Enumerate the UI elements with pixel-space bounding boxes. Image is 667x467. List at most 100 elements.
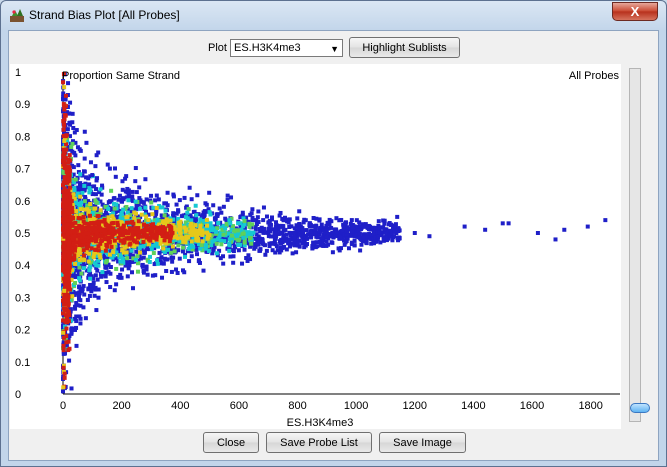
scatter-point xyxy=(88,276,93,281)
scatter-point xyxy=(163,234,168,239)
scatter-point xyxy=(189,239,194,244)
strand-bias-chart: 0 0.1 0.2 0.3 0.4 0.5 0.6 0.7 0.8 0.9 1 0 200 400 600… xyxy=(15,67,620,429)
scatter-point xyxy=(240,261,245,266)
outlier-point xyxy=(107,166,112,171)
scatter-point xyxy=(172,249,177,254)
scatter-point xyxy=(371,241,376,246)
scatter-point xyxy=(214,241,219,246)
scatter-point xyxy=(65,246,70,251)
save-image-button[interactable]: Save Image xyxy=(379,432,466,453)
scatter-point xyxy=(381,235,386,240)
scatter-point xyxy=(165,190,170,195)
scatter-point xyxy=(62,186,67,191)
scatter-point xyxy=(204,230,209,235)
scatter-point xyxy=(236,221,241,226)
scatter-point xyxy=(162,213,167,218)
outlier-point xyxy=(500,221,505,226)
scatter-point xyxy=(171,255,176,260)
scatter-point xyxy=(176,248,181,253)
scatter-point xyxy=(237,237,242,242)
scatter-point xyxy=(130,194,135,199)
scatter-point xyxy=(93,287,98,292)
y-tick-label: 0.5 xyxy=(15,228,30,240)
window-title: Strand Bias Plot [All Probes] xyxy=(29,8,180,22)
scatter-point xyxy=(116,274,121,279)
scatter-point xyxy=(170,244,175,249)
window-close-button[interactable]: X xyxy=(612,2,658,21)
scatter-point xyxy=(155,261,160,266)
scatter-point xyxy=(125,274,130,279)
plot-dataset-select[interactable]: ES.H3K4me3 ▼ xyxy=(230,39,343,57)
threshold-slider-track[interactable] xyxy=(629,68,641,422)
y-tick-label: 1 xyxy=(15,67,21,79)
scatter-point xyxy=(69,327,74,332)
scatter-point xyxy=(88,160,93,165)
scatter-point xyxy=(178,225,183,230)
scatter-point xyxy=(297,232,302,237)
scatter-point xyxy=(114,266,119,271)
scatter-point xyxy=(241,224,246,229)
y-axis-label: Proportion Same Strand xyxy=(62,70,180,82)
scatter-point xyxy=(67,185,72,190)
scatter-point xyxy=(258,248,263,253)
scatter-point xyxy=(241,235,246,240)
scatter-point xyxy=(93,164,98,169)
scatter-point xyxy=(200,239,205,244)
outlier-point xyxy=(553,237,558,242)
scatter-point xyxy=(106,270,111,275)
scatter-point xyxy=(78,235,83,240)
outlier-point xyxy=(90,173,95,178)
scatter-point xyxy=(195,193,200,198)
scatter-point xyxy=(208,212,213,217)
close-button[interactable]: Close xyxy=(203,432,259,453)
scatter-point xyxy=(154,193,159,198)
scatter-point xyxy=(149,200,154,205)
scatter-point xyxy=(63,209,68,214)
scatter-point xyxy=(103,248,108,253)
scatter-point xyxy=(118,259,123,264)
threshold-slider-thumb[interactable] xyxy=(630,403,650,413)
scatter-point xyxy=(149,247,154,252)
scatter-point xyxy=(392,229,397,234)
scatter-point xyxy=(94,239,99,244)
scatter-point xyxy=(73,261,78,266)
scatter-point xyxy=(357,220,362,225)
scatter-point xyxy=(92,206,97,211)
scatter-point xyxy=(181,245,186,250)
scatter-point xyxy=(269,227,274,232)
scatter-point xyxy=(240,210,245,215)
scatter-point xyxy=(72,257,77,262)
scatter-point xyxy=(72,130,77,135)
scatter-point xyxy=(113,174,118,179)
title-bar[interactable]: Strand Bias Plot [All Probes] X xyxy=(1,1,666,29)
scatter-point xyxy=(62,288,67,293)
scatter-point xyxy=(80,190,85,195)
scatter-point xyxy=(108,285,113,290)
scatter-point xyxy=(149,193,154,198)
scatter-point xyxy=(78,207,83,212)
scatter-point xyxy=(182,254,187,259)
scatter-point xyxy=(98,187,103,192)
x-tick-label: 400 xyxy=(171,400,189,412)
scatter-point xyxy=(124,250,129,255)
scatter-point xyxy=(177,198,182,203)
scatter-point xyxy=(277,250,282,255)
y-tick-label: 0.8 xyxy=(15,131,30,143)
scatter-point xyxy=(292,239,297,244)
window-content: Plot ES.H3K4me3 ▼ Highlight Sublists 0 0.… xyxy=(8,30,659,461)
scatter-point xyxy=(71,241,76,246)
outlier-point xyxy=(462,224,467,229)
scatter-point xyxy=(187,259,192,264)
scatter-point xyxy=(174,267,179,272)
scatter-point xyxy=(216,221,221,226)
save-probe-list-button[interactable]: Save Probe List xyxy=(266,432,372,453)
scatter-point xyxy=(120,267,125,272)
scatter-point xyxy=(261,218,266,223)
y-tick-label: 0.4 xyxy=(15,260,30,272)
scatter-point xyxy=(85,207,90,212)
scatter-point xyxy=(78,181,83,186)
close-icon: X xyxy=(630,4,640,19)
scatter-point xyxy=(304,228,309,233)
scatter-point xyxy=(80,228,85,233)
highlight-sublists-button[interactable]: Highlight Sublists xyxy=(349,37,460,58)
